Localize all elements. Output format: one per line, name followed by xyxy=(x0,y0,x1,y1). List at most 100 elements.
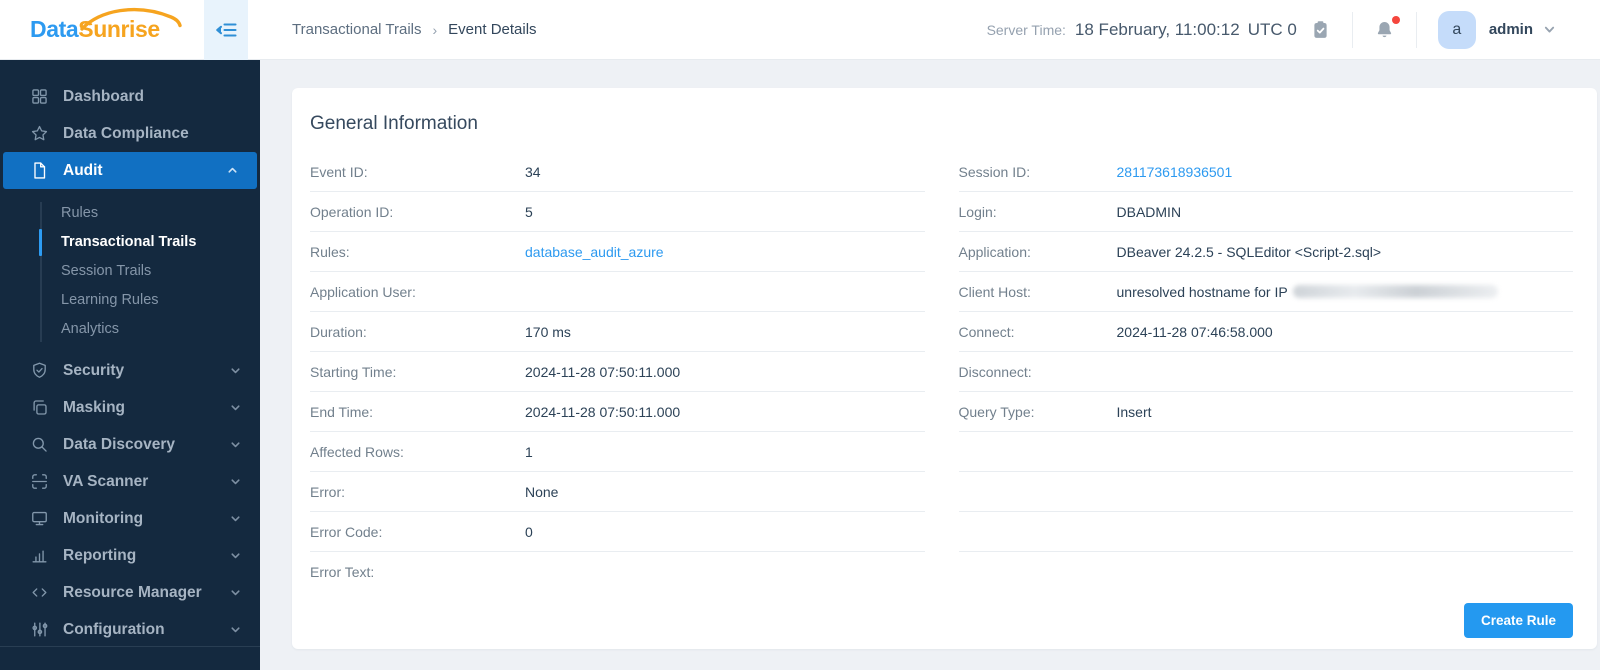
field-value: 170 ms xyxy=(525,323,571,340)
sidebar-item-monitoring[interactable]: Monitoring xyxy=(0,500,260,537)
notification-dot xyxy=(1391,15,1400,24)
header-divider xyxy=(1351,11,1353,48)
bar-chart-icon xyxy=(30,546,49,565)
sidebar-subitem-session-trails[interactable]: Session Trails xyxy=(0,257,260,286)
info-row-client-host: Client Host: unresolved hostname for IP xyxy=(958,272,1573,312)
field-label: Event ID: xyxy=(310,163,368,180)
document-icon xyxy=(30,161,49,180)
field-value: DBeaver 24.2.5 - SQLEditor <Script-2.sql… xyxy=(1116,243,1382,260)
sidebar-item-resource-manager[interactable]: Resource Manager xyxy=(0,574,260,611)
copy-icon xyxy=(30,398,49,417)
user-menu[interactable]: a admin xyxy=(1437,10,1556,49)
breadcrumb-current: Event Details xyxy=(448,21,537,38)
sidebar-subitem-rules[interactable]: Rules xyxy=(0,199,260,228)
info-row-application-user: Application User: xyxy=(310,272,925,312)
sidebar-item-audit[interactable]: Audit xyxy=(3,152,257,189)
info-grid: Event ID: 34 Operation ID: 5 Rules: database_… xyxy=(310,152,1573,592)
info-row-error-code: Error Code: 0 xyxy=(310,512,925,552)
sidebar-item-reporting[interactable]: Reporting xyxy=(0,537,260,574)
sidebar-item-configuration[interactable]: Configuration xyxy=(0,611,260,648)
sidebar-subitem-transactional-trails[interactable]: Transactional Trails xyxy=(0,228,260,257)
chevron-up-icon xyxy=(226,164,239,177)
field-value: unresolved hostname for IP xyxy=(1116,283,1288,300)
code-icon xyxy=(30,583,49,602)
sidebar-item-dashboard[interactable]: Dashboard xyxy=(0,78,260,115)
sidebar-item-label: Audit xyxy=(63,161,103,179)
user-name: admin xyxy=(1488,21,1533,38)
clipboard-check-icon xyxy=(1314,20,1327,38)
sidebar-item-label: Reporting xyxy=(63,546,137,564)
sidebar-item-label: Monitoring xyxy=(63,509,144,527)
info-row-error: Error: None xyxy=(310,472,925,512)
field-value: 2024-11-28 07:46:58.000 xyxy=(1116,323,1273,340)
field-label: End Time: xyxy=(310,403,374,420)
card-footer: Create Rule xyxy=(310,603,1573,638)
info-row-empty xyxy=(959,552,1574,592)
sidebar-item-data-discovery[interactable]: Data Discovery xyxy=(0,426,260,463)
sidebar-item-data-compliance[interactable]: Data Compliance xyxy=(0,115,260,152)
chevron-down-icon xyxy=(229,438,242,451)
sidebar-subitem-analytics[interactable]: Analytics xyxy=(0,315,260,344)
field-value-link[interactable]: database_audit_azure xyxy=(525,244,664,260)
sidebar-subitem-learning-rules[interactable]: Learning Rules xyxy=(0,286,260,315)
shield-check-icon xyxy=(30,361,49,380)
sidebar-bottom-divider xyxy=(0,646,260,647)
field-value: None xyxy=(525,483,559,500)
info-row-event-id: Event ID: 34 xyxy=(310,152,925,192)
field-value: DBADMIN xyxy=(1116,203,1182,220)
grid-icon xyxy=(30,87,49,106)
top-bar: DataSunrise Transactional Trails › Event… xyxy=(0,0,1600,60)
sliders-icon xyxy=(30,620,49,639)
logo-text-data: Data xyxy=(30,16,79,42)
field-value: Insert xyxy=(1116,403,1152,420)
search-icon xyxy=(30,435,49,454)
main-content: General Information Event ID: 34 Operation… xyxy=(260,60,1600,670)
scan-icon xyxy=(30,472,49,491)
sidebar-item-label: VA Scanner xyxy=(63,472,149,490)
field-value: 1 xyxy=(525,443,533,460)
sidebar-item-masking[interactable]: Masking xyxy=(0,389,260,426)
sidebar-item-va-scanner[interactable]: VA Scanner xyxy=(0,463,260,500)
info-row-duration: Duration: 170 ms xyxy=(310,312,925,352)
avatar: a xyxy=(1437,10,1476,49)
header-divider xyxy=(1415,11,1417,48)
sidebar-item-label: Configuration xyxy=(63,620,165,638)
chevron-down-icon xyxy=(229,475,242,488)
field-value-link[interactable]: 281173618936501 xyxy=(1117,164,1233,180)
breadcrumb-parent[interactable]: Transactional Trails xyxy=(292,21,422,38)
notifications-button[interactable] xyxy=(1374,15,1400,41)
chevron-down-icon xyxy=(229,512,242,525)
field-label: Error Text: xyxy=(310,564,375,580)
sidebar-item-security[interactable]: Security xyxy=(0,352,260,389)
info-row-login: Login: DBADMIN xyxy=(958,192,1573,232)
sidebar: Dashboard Data Compliance Audit Rules Transa… xyxy=(0,60,260,670)
server-time-label: Server Time: xyxy=(986,21,1066,38)
field-label: Error Code: xyxy=(310,523,383,540)
breadcrumb: Transactional Trails › Event Details xyxy=(292,21,537,38)
timezone-settings-button[interactable] xyxy=(1310,19,1331,41)
field-label: Connect: xyxy=(958,323,1015,340)
server-time-value: 18 February, 11:00:12 xyxy=(1074,19,1240,39)
info-row-rules: Rules: database_audit_azure xyxy=(310,232,925,272)
create-rule-button[interactable]: Create Rule xyxy=(1463,603,1573,638)
menu-fold-icon xyxy=(216,22,237,37)
info-row-operation-id: Operation ID: 5 xyxy=(310,192,925,232)
chevron-down-icon xyxy=(1543,23,1556,36)
info-row-empty xyxy=(958,432,1573,472)
info-row-affected-rows: Affected Rows: 1 xyxy=(310,432,925,472)
info-row-application: Application: DBeaver 24.2.5 - SQLEditor <… xyxy=(958,232,1573,272)
info-row-query-type: Query Type: Insert xyxy=(958,392,1573,432)
logo-zone: DataSunrise xyxy=(0,0,260,60)
chevron-down-icon xyxy=(229,364,242,377)
field-label: Rules: xyxy=(310,243,350,260)
redacted-ip-value xyxy=(1292,285,1498,298)
info-row-session-id: Session ID: 281173618936501 xyxy=(958,152,1573,192)
chevron-down-icon xyxy=(229,401,242,414)
field-label: Application User: xyxy=(310,283,416,300)
chevron-down-icon xyxy=(229,623,242,636)
datasunrise-logo: DataSunrise xyxy=(30,7,182,43)
field-value: 2024-11-28 07:50:11.000 xyxy=(525,403,681,420)
chevron-down-icon xyxy=(229,549,242,562)
sidebar-collapse-button[interactable] xyxy=(204,0,248,60)
info-row-empty xyxy=(958,472,1573,512)
